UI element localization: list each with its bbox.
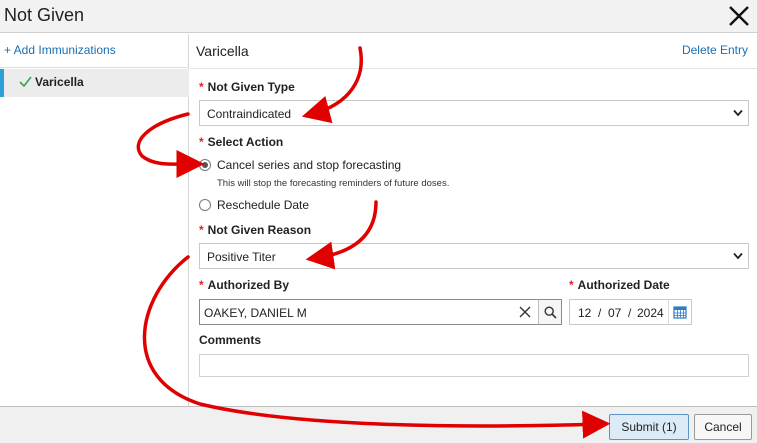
calendar-icon xyxy=(673,306,687,319)
chevron-down-icon xyxy=(733,252,743,260)
date-separator: / xyxy=(628,306,632,320)
radio-reschedule-date[interactable]: Reschedule Date xyxy=(199,198,309,212)
sidebar-divider xyxy=(0,67,189,68)
radio-reschedule-date-label: Reschedule Date xyxy=(217,198,310,212)
header-divider xyxy=(190,68,757,69)
sidebar-item-varicella[interactable]: Varicella xyxy=(0,69,189,97)
delete-entry-link[interactable]: Delete Entry xyxy=(682,43,748,57)
search-icon xyxy=(543,305,557,319)
date-year[interactable]: 2024 xyxy=(637,306,664,320)
title-bar: Not Given xyxy=(0,0,757,33)
not-given-type-label: * Not Given Type xyxy=(199,80,295,94)
not-given-reason-select[interactable]: Positive Titer xyxy=(199,243,749,269)
add-immunizations-link[interactable]: + Add Immunizations xyxy=(4,43,116,57)
footer: Submit (1) Cancel xyxy=(0,406,757,443)
window-title: Not Given xyxy=(4,5,85,25)
not-given-type-select[interactable]: Contraindicated xyxy=(199,100,749,126)
entry-title: Varicella xyxy=(196,43,249,59)
calendar-button[interactable] xyxy=(668,299,692,325)
sidebar: + Add Immunizations Varicella xyxy=(0,34,189,406)
main-panel: Varicella Delete Entry * Not Given Type C… xyxy=(190,34,757,406)
date-separator: / xyxy=(598,306,602,320)
radio-button[interactable] xyxy=(199,159,211,171)
comments-input[interactable] xyxy=(199,354,749,377)
clear-button[interactable] xyxy=(514,300,536,324)
search-button[interactable] xyxy=(538,299,562,325)
not-given-reason-value: Positive Titer xyxy=(207,250,276,264)
check-icon xyxy=(19,76,32,87)
required-marker: * xyxy=(199,223,204,237)
authorized-by-label: * Authorized By xyxy=(199,278,290,292)
required-marker: * xyxy=(199,80,204,94)
authorized-by-input[interactable]: OAKEY, DANIEL M xyxy=(199,299,539,325)
close-icon xyxy=(729,6,749,26)
authorized-by-value: OAKEY, DANIEL M xyxy=(204,306,307,320)
required-marker: * xyxy=(199,135,204,149)
cancel-series-hint: This will stop the forecasting reminders… xyxy=(217,178,450,189)
date-month[interactable]: 12 xyxy=(578,306,591,320)
required-marker: * xyxy=(199,278,204,292)
required-marker: * xyxy=(569,278,574,292)
clear-icon xyxy=(519,306,531,318)
not-given-type-value: Contraindicated xyxy=(207,107,292,121)
submit-button[interactable]: Submit (1) xyxy=(609,414,689,440)
select-action-label: * Select Action xyxy=(199,135,284,149)
chevron-down-icon xyxy=(733,109,743,117)
not-given-reason-label: * Not Given Reason xyxy=(199,223,312,237)
radio-cancel-series[interactable]: Cancel series and stop forecasting xyxy=(199,158,401,172)
close-button[interactable] xyxy=(725,2,753,30)
radio-cancel-series-label: Cancel series and stop forecasting xyxy=(217,158,402,172)
cancel-button[interactable]: Cancel xyxy=(694,414,752,440)
sidebar-item-label: Varicella xyxy=(35,75,84,89)
date-day[interactable]: 07 xyxy=(608,306,621,320)
radio-button[interactable] xyxy=(199,199,211,211)
authorized-date-input[interactable]: 12 / 07 / 2024 xyxy=(569,299,669,325)
authorized-date-label: * Authorized Date xyxy=(569,278,670,292)
comments-label: Comments xyxy=(199,333,262,347)
